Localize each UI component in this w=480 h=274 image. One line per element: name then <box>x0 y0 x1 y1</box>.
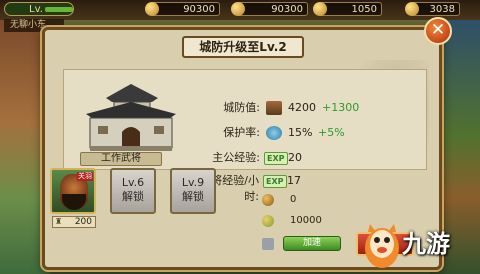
resource-wood[interactable]: 90300 <box>231 2 308 16</box>
exp-icon: EXP <box>264 152 288 165</box>
resource-iron-value: 1050 <box>351 4 377 15</box>
gold-icon <box>405 2 419 16</box>
hero-exp-value: 17 <box>287 174 301 187</box>
lord-exp-value: 20 <box>288 151 302 164</box>
defense-icon <box>266 101 282 115</box>
site-watermark: 九游 <box>402 230 450 258</box>
exp-icon: EXP <box>263 175 287 188</box>
iron-icon <box>313 2 327 16</box>
protection-increase: +5% <box>318 126 345 139</box>
slot-unlock-level: Lv.9 <box>181 176 205 189</box>
stat-row-defense: 城防值: 4200 +1300 <box>64 100 428 116</box>
resource-gold-value: 3038 <box>429 4 455 15</box>
speed-up-button[interactable]: 加速 <box>283 236 341 251</box>
mascot-icon <box>365 224 399 268</box>
city-wall-building-icon <box>86 84 176 151</box>
player-level[interactable]: Lv. <box>4 2 74 16</box>
workers-title: 工作武将 <box>80 152 162 166</box>
defense-increase: +1300 <box>322 101 360 114</box>
hammer-icon <box>262 238 274 250</box>
resource-iron[interactable]: 1050 <box>313 2 382 16</box>
player-level-label: Lv. <box>29 4 43 15</box>
slot-unlock-level: Lv.6 <box>121 176 145 189</box>
resource-gold[interactable]: 3038 <box>405 2 460 16</box>
resource-food[interactable]: 90300 <box>145 2 220 16</box>
coin-icon <box>262 194 274 206</box>
slot-unlock-status: 解锁 <box>182 190 204 203</box>
grain-icon <box>262 215 274 227</box>
wood-icon <box>231 2 245 16</box>
seat-icon: ♜ <box>55 217 63 226</box>
worker-slot-locked-2[interactable]: Lv.9 解锁 <box>170 168 216 214</box>
defense-value: 4200 <box>288 101 316 114</box>
resource-wood-value: 90300 <box>271 4 303 15</box>
dialog-title: 城防升级至Lv.2 <box>182 36 304 58</box>
hero-level-badge: ♜ 200 <box>52 216 96 228</box>
worker-slot-hero[interactable]: 关羽 <box>50 168 96 214</box>
lord-exp-label: 主公经验: <box>212 151 260 164</box>
hero-level-value: 200 <box>74 217 92 227</box>
protection-label: 保护率: <box>223 126 260 139</box>
level-progress-bar <box>45 7 73 12</box>
defense-label: 城防值: <box>223 101 260 114</box>
worker-slot-locked-1[interactable]: Lv.6 解锁 <box>110 168 156 214</box>
hero-name-tag: 关羽 <box>77 172 93 181</box>
close-button[interactable]: ✕ <box>424 17 452 45</box>
grain-cost-value: 10000 <box>290 215 322 226</box>
slot-unlock-status: 解锁 <box>122 190 144 203</box>
coin-cost-value: 0 <box>290 194 297 205</box>
stat-row-protection: 保护率: 15% +5% <box>64 125 428 141</box>
protection-value: 15% <box>288 126 313 139</box>
resource-food-value: 90300 <box>183 4 215 15</box>
protection-icon <box>266 126 282 140</box>
food-icon <box>145 2 159 16</box>
top-resource-bar: Lv. 90300 90300 1050 3038 <box>0 0 480 20</box>
